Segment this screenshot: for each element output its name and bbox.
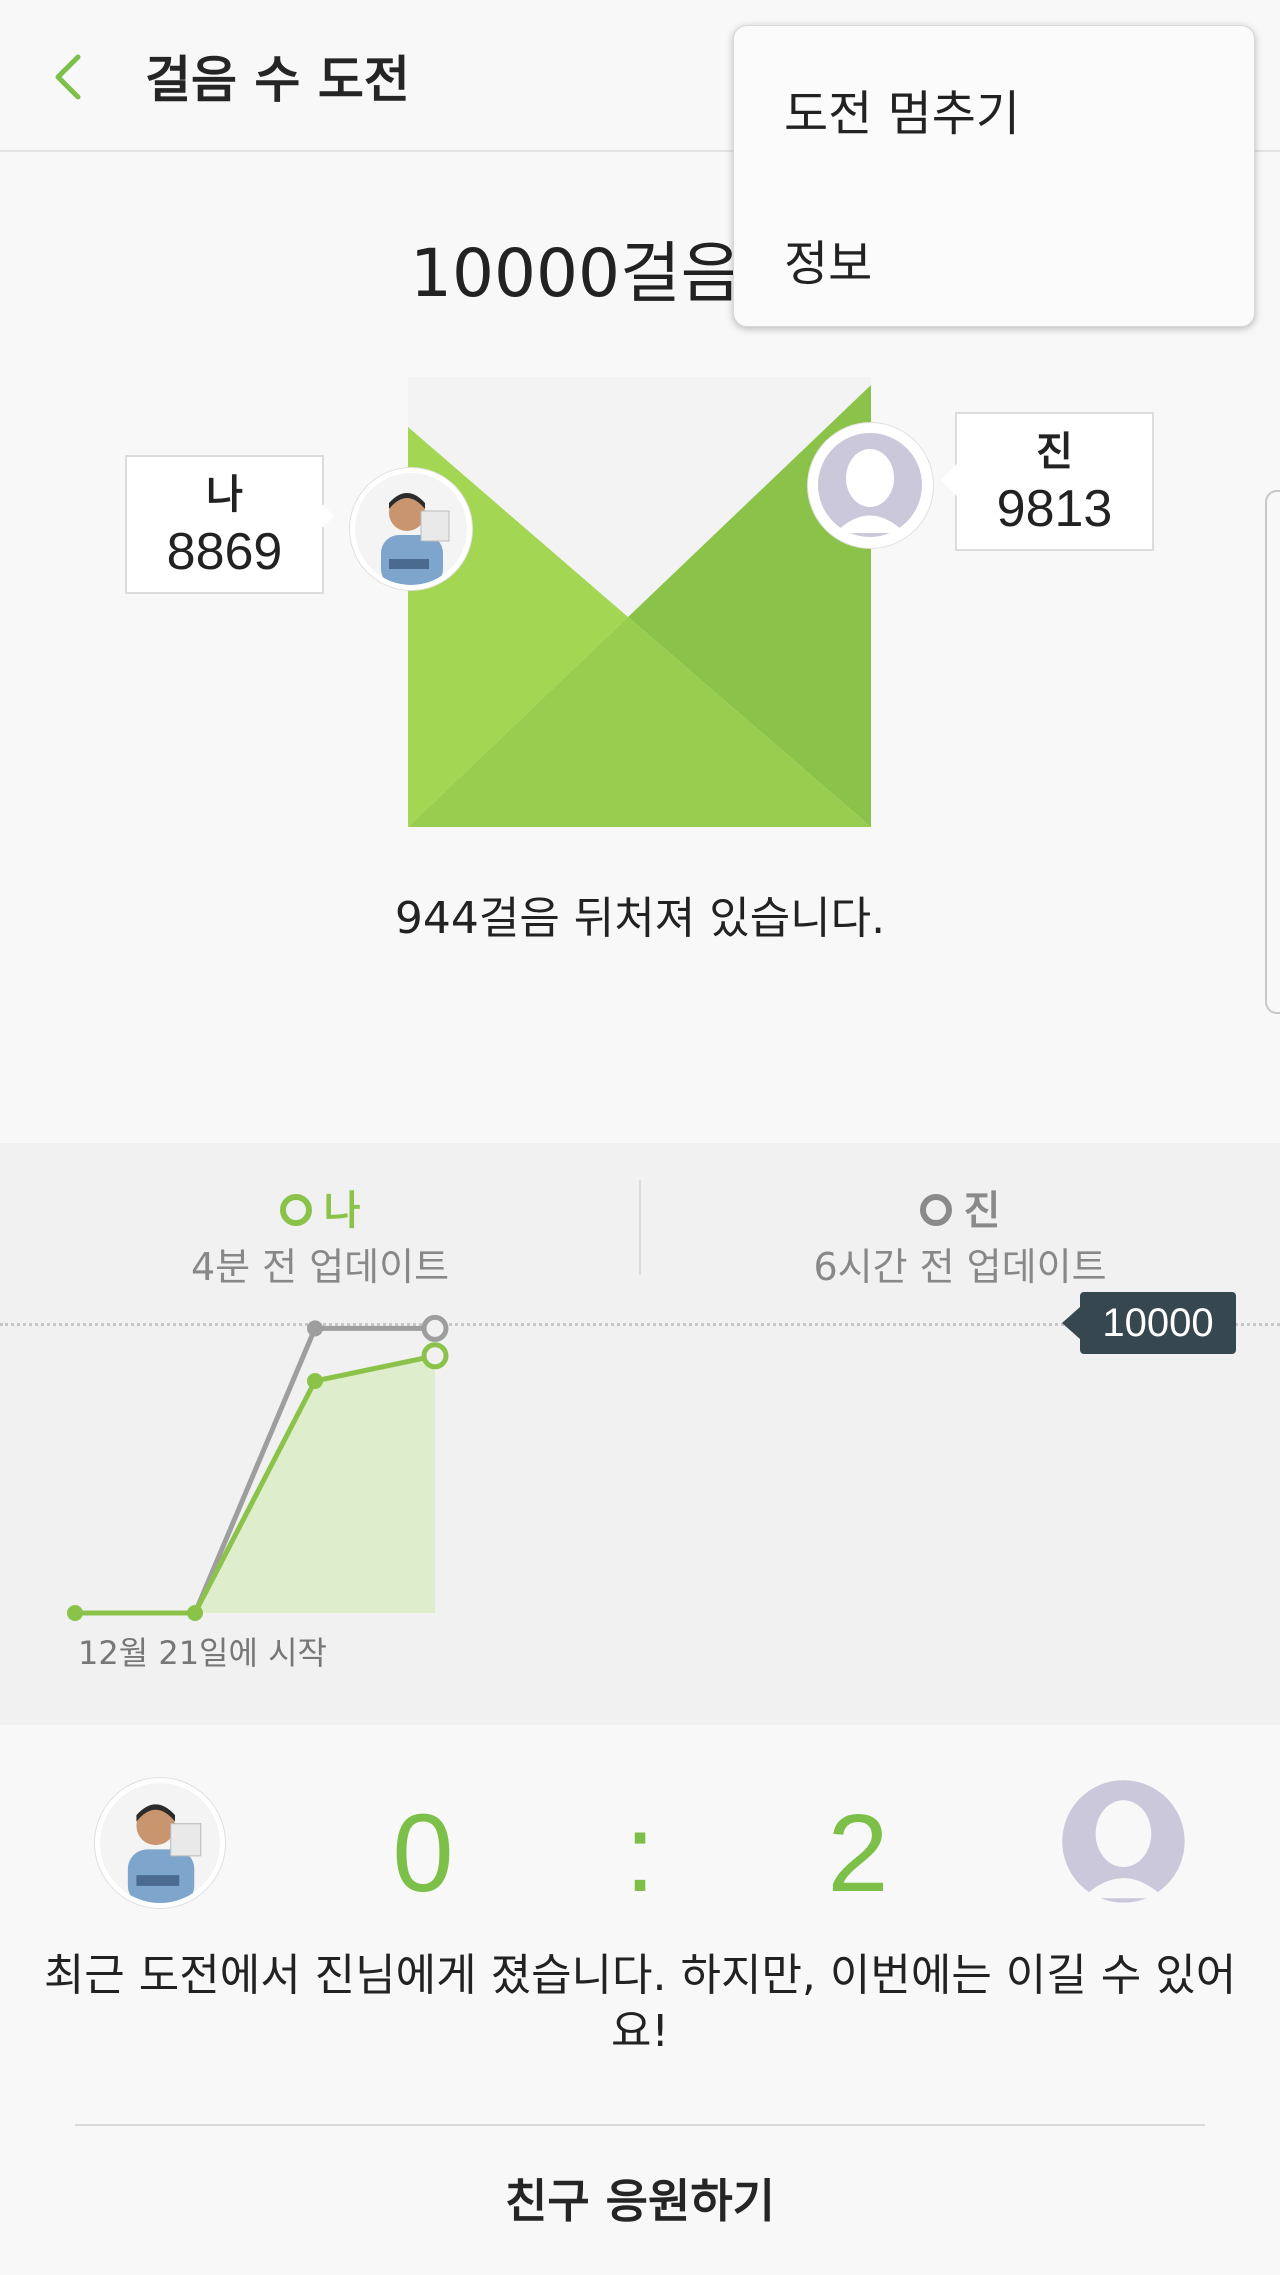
my-steps-tag: 나 8869 xyxy=(125,455,324,594)
bottom-divider xyxy=(75,2124,1205,2126)
my-data-point xyxy=(67,1605,83,1621)
menu-item-stop-challenge[interactable]: 도전 멈추기 xyxy=(734,26,1254,176)
my-data-point xyxy=(307,1373,323,1389)
my-win-count: 0 xyxy=(392,1792,454,1915)
profile-photo-icon xyxy=(100,1783,220,1903)
page-title: 걸음 수 도전 xyxy=(145,51,410,109)
friend-current-point xyxy=(421,1314,449,1342)
chevron-left-icon xyxy=(55,54,81,100)
menu-item-info[interactable]: 정보 xyxy=(734,176,1254,326)
friend-win-count: 2 xyxy=(827,1792,889,1915)
score-separator: : xyxy=(624,1792,656,1915)
start-date-label: 12월 21일에 시작 xyxy=(78,1634,327,1672)
my-data-point xyxy=(187,1605,203,1621)
my-steps-value: 8869 xyxy=(166,523,283,581)
race-progress-graphic xyxy=(408,377,871,827)
friend-name-label: 진 xyxy=(1036,429,1073,475)
record-my-avatar xyxy=(95,1778,225,1908)
cheer-friend-button[interactable]: 친구 응원하기 xyxy=(0,2140,1280,2265)
friend-tag-pointer xyxy=(941,464,957,496)
profile-photo-icon xyxy=(355,473,467,585)
result-message: 최근 도전에서 진님에게 졌습니다. 하지만, 이번에는 이길 수 있어요! xyxy=(43,1950,1237,2057)
my-avatar[interactable] xyxy=(350,468,472,590)
friend-steps-value: 9813 xyxy=(996,480,1113,538)
behind-message: 944걸음 뒤처져 있습니다. xyxy=(394,893,886,944)
edge-panel-handle[interactable] xyxy=(1265,490,1280,1014)
back-button[interactable] xyxy=(40,35,100,115)
menu-item-label: 정보 xyxy=(784,236,873,292)
default-profile-icon xyxy=(1060,1778,1188,1906)
friend-avatar[interactable] xyxy=(808,423,933,548)
my-progress-area xyxy=(195,1355,435,1613)
friend-steps-tag: 진 9813 xyxy=(955,412,1154,551)
friend-data-point xyxy=(307,1320,323,1337)
my-tag-pointer xyxy=(318,500,334,532)
menu-item-label: 도전 멈추기 xyxy=(784,86,1021,142)
overflow-menu: 도전 멈추기 정보 xyxy=(733,25,1255,327)
default-profile-icon xyxy=(813,428,928,543)
my-name-label: 나 xyxy=(206,472,243,518)
my-current-point xyxy=(421,1342,449,1370)
record-friend-avatar xyxy=(1060,1778,1188,1906)
